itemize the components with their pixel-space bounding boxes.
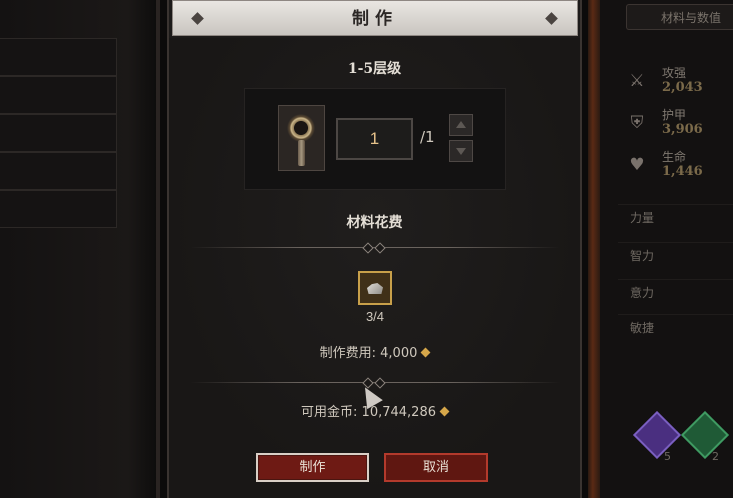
ore-material-icon [367, 283, 383, 294]
quantity-max: /1 [420, 128, 435, 146]
craft-button[interactable]: 制作 [256, 453, 369, 482]
left-list-row[interactable] [0, 190, 117, 228]
available-gold-label: 可用金币: [301, 405, 358, 420]
quantity-input[interactable]: 1 [336, 118, 413, 160]
stat-name: 攻强 [662, 66, 687, 80]
swords-icon: ⚔ [629, 71, 645, 91]
craft-cost-label: 制作费用: [319, 346, 377, 361]
gold-coin-icon [420, 347, 431, 358]
right-panel-border [588, 0, 600, 498]
material-slot[interactable] [358, 271, 392, 305]
stat-value: 2,043 [662, 80, 703, 95]
materials-cost-label: 材料花费 [346, 215, 403, 231]
arrow-up-icon [456, 121, 466, 128]
attribute-intelligence: 智力 [618, 242, 733, 268]
stat-name: 护甲 [662, 108, 687, 122]
stat-value: 1,446 [662, 164, 703, 179]
dialog-title: 制作 [352, 9, 398, 29]
divider-ornament-icon [361, 242, 389, 254]
left-list-row[interactable] [0, 38, 117, 76]
craft-cost-value: 4,000 [380, 346, 418, 361]
available-gold-value: 10,744,286 [361, 405, 436, 420]
heart-icon: ♥ [629, 155, 645, 175]
gem-count: 2 [712, 450, 719, 463]
dialog-title-bar: 制作 [172, 0, 578, 36]
stat-life: ♥ 生命 1,446 [622, 146, 733, 190]
arrow-down-icon [456, 148, 466, 155]
left-panel-border [156, 0, 160, 498]
craft-cost-row: 制作费用: 4,000 [167, 342, 582, 361]
gem-count: 5 [664, 450, 671, 463]
stat-name: 生命 [662, 150, 687, 164]
quantity-decrease-button[interactable] [449, 140, 473, 162]
scepter-handle-icon [298, 140, 305, 166]
cancel-button[interactable]: 取消 [384, 453, 488, 482]
stat-armor: ⛨ 护甲 3,906 [622, 104, 733, 148]
attribute-strength: 力量 [618, 204, 733, 230]
stat-value: 3,906 [662, 122, 703, 137]
quantity-increase-button[interactable] [449, 114, 473, 136]
stat-attack-power: ⚔ 攻强 2,043 [622, 62, 733, 106]
material-count: 3/4 [365, 309, 385, 324]
left-list-row[interactable] [0, 76, 117, 114]
gold-coin-icon [439, 406, 450, 417]
left-list-row[interactable] [0, 114, 117, 152]
tab-materials-stats[interactable]: 材料与数值 [626, 4, 733, 30]
attribute-dexterity: 敏捷 [618, 314, 733, 340]
left-list-row[interactable] [0, 152, 117, 190]
shield-icon: ⛨ [630, 113, 644, 133]
attribute-willpower: 意力 [618, 279, 733, 305]
tier-label: 1-5层级 [347, 61, 402, 77]
sun-scepter-item-icon[interactable] [278, 105, 325, 171]
